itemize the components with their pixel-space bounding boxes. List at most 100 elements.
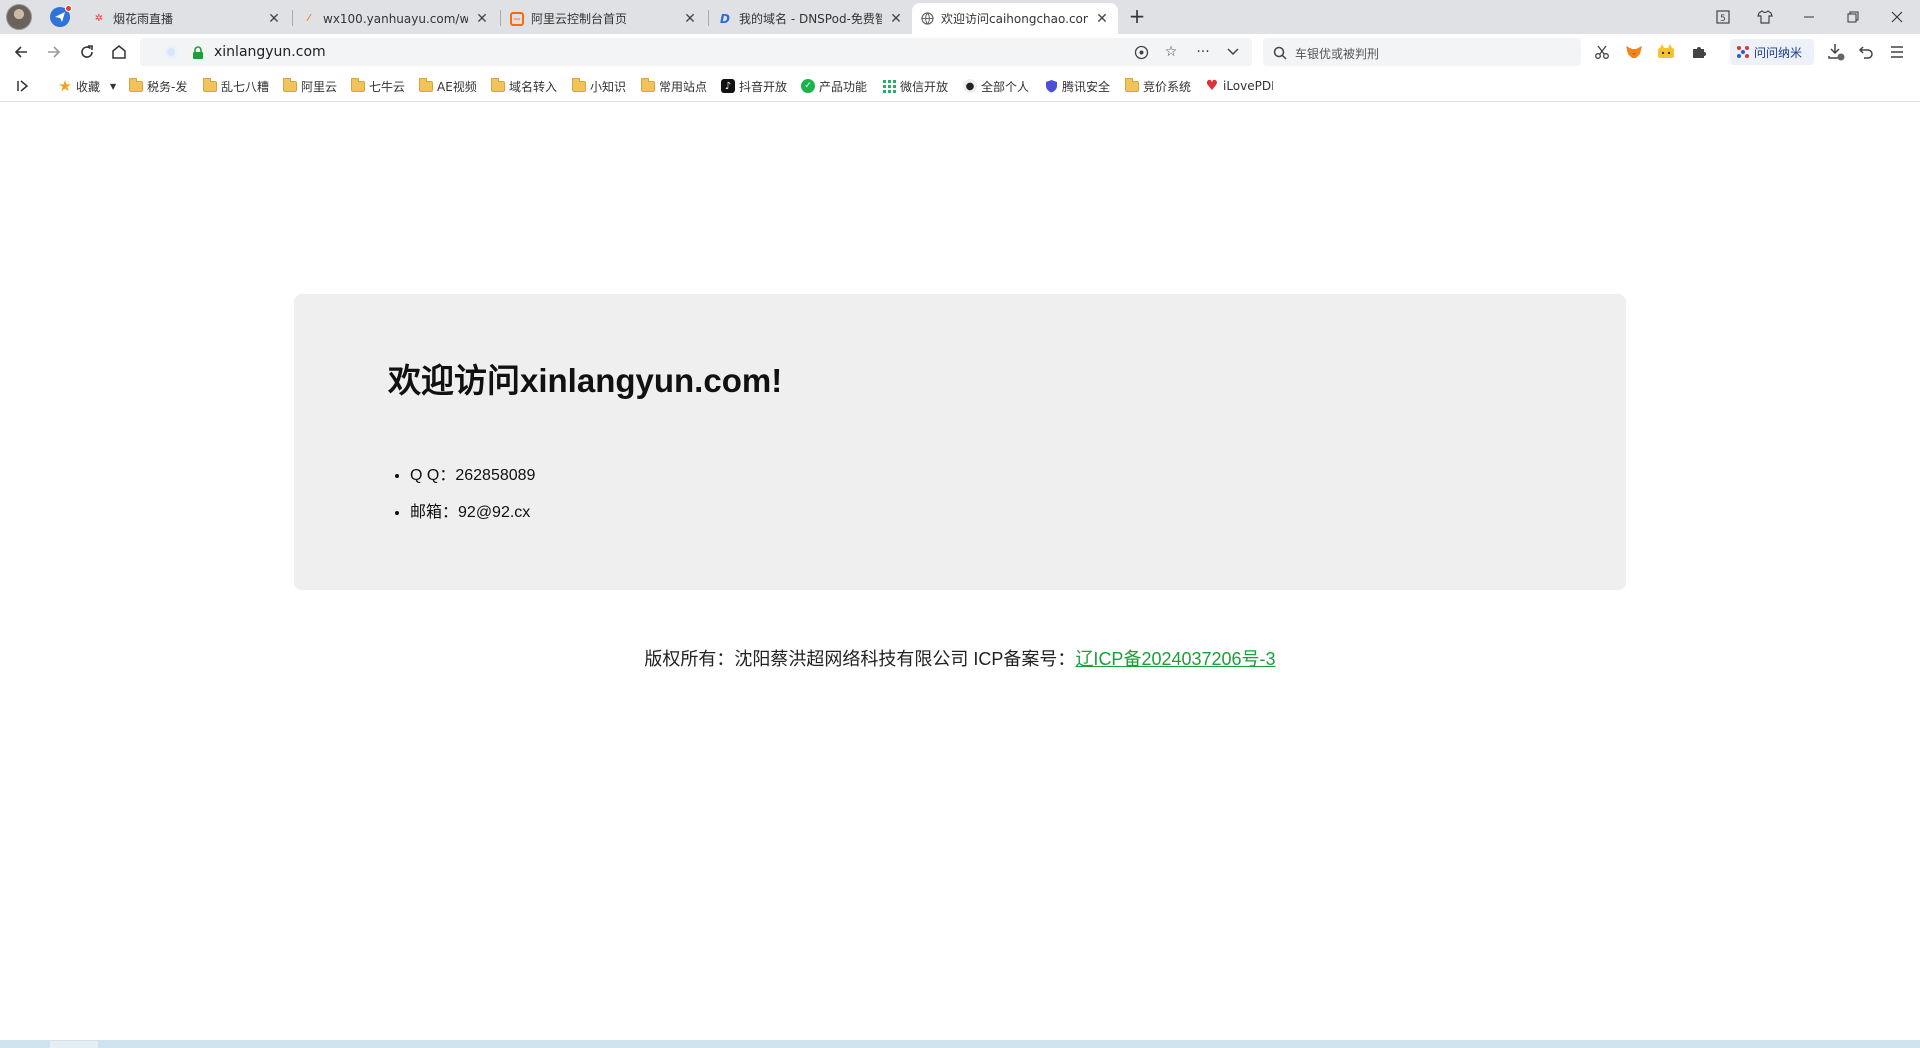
bookmark-folder[interactable]: 七牛云: [351, 77, 405, 95]
bookmark-folder[interactable]: 常用站点: [641, 77, 707, 95]
scrollbar-thumb[interactable]: [50, 1041, 98, 1048]
location-pin-icon[interactable]: [1132, 43, 1150, 61]
tab-title: 烟花雨直播: [113, 12, 174, 26]
profile-avatar[interactable]: [6, 4, 32, 30]
bookmark-folder[interactable]: 阿里云: [283, 77, 337, 95]
contact-label: 邮箱：: [410, 504, 459, 521]
tab-1[interactable]: ✲ 烟花雨直播 ✕: [84, 3, 290, 34]
ai-nano-icon: [1737, 46, 1749, 58]
bookmark-folder[interactable]: 乱七八糟: [203, 77, 269, 95]
folder-icon: [419, 77, 433, 93]
bookmark-label: 微信开放: [900, 79, 949, 94]
bookmark-folder[interactable]: 竞价系统: [1125, 77, 1191, 95]
puzzle-extensions-icon[interactable]: [1688, 41, 1710, 63]
tiktok-icon: ♪: [721, 79, 735, 93]
footer: 版权所有：沈阳蔡洪超网络科技有限公司 ICP备案号：辽ICP备202403720…: [0, 645, 1920, 671]
bookmark-folder[interactable]: 小知识: [572, 77, 626, 95]
tab-4[interactable]: D 我的域名 - DNSPod-免费智 ✕: [710, 3, 912, 34]
restore-icon[interactable]: [1842, 6, 1864, 28]
close-icon[interactable]: ✕: [1094, 11, 1110, 27]
browser-toolbar: xinlangyun.com ☆ ··· 车银优或被判刑 问问纳米: [0, 34, 1920, 70]
bookmark-label: 乱七八糟: [221, 79, 270, 94]
search-box[interactable]: 车银优或被判刑: [1263, 38, 1581, 66]
page-heading: 欢迎访问xinlangyun.com!: [388, 362, 783, 399]
dnspod-icon: D: [720, 11, 730, 26]
url-text[interactable]: xinlangyun.com: [214, 44, 326, 60]
pinned-tab-send-icon[interactable]: [50, 5, 72, 27]
bookmark-favorites[interactable]: ★ 收藏 ▼: [58, 77, 116, 95]
undo-icon[interactable]: [1855, 41, 1877, 63]
close-icon[interactable]: ✕: [474, 11, 490, 27]
menu-hamburger-icon[interactable]: [1886, 41, 1908, 63]
tab-3[interactable]: — 阿里云控制台首页 ✕: [502, 3, 706, 34]
folder-icon: [491, 77, 505, 93]
bookmark-label: 小知识: [590, 79, 627, 94]
bookmark-link[interactable]: ♪ 抖音开放: [721, 77, 791, 95]
more-dots-icon[interactable]: ···: [1194, 43, 1212, 61]
wand-icon: ⁄: [308, 13, 310, 24]
star-bookmark-icon[interactable]: ☆: [1162, 43, 1180, 61]
metamask-fox-icon[interactable]: [1623, 41, 1645, 63]
heart-icon: ♥: [1205, 78, 1219, 94]
home-icon[interactable]: [108, 41, 130, 63]
search-icon: [1273, 45, 1287, 64]
reload-icon[interactable]: [76, 41, 98, 63]
star-icon: ★: [58, 77, 72, 95]
tab-separator: [500, 10, 501, 26]
close-icon[interactable]: ✕: [888, 11, 904, 27]
bookmark-label: 收藏: [76, 79, 101, 94]
svg-text:5: 5: [1720, 14, 1726, 24]
address-bar[interactable]: xinlangyun.com ☆ ···: [140, 38, 1252, 66]
new-tab-plus-icon[interactable]: +: [1126, 6, 1148, 28]
tab-separator: [292, 10, 293, 26]
tab-title: 欢迎访问caihongchao.com: [941, 12, 1088, 26]
ai-assistant-button[interactable]: 问问纳米: [1730, 39, 1814, 65]
bookmark-link[interactable]: 腾讯安全: [1044, 77, 1114, 95]
bookmark-folder[interactable]: 税务-发: [129, 77, 191, 95]
lock-icon[interactable]: [192, 45, 204, 64]
close-icon[interactable]: ✕: [266, 11, 282, 27]
contact-item-qq: Q Q：262858089: [410, 466, 535, 503]
bookmark-label: 阿里云: [301, 79, 338, 94]
shield-icon: [1044, 79, 1058, 93]
bookmark-link[interactable]: ✓ 产品功能: [801, 77, 871, 95]
minimize-icon[interactable]: [1798, 6, 1820, 28]
icp-link[interactable]: 辽ICP备2024037206号-3: [1075, 649, 1275, 669]
site-info-icon[interactable]: [164, 45, 178, 59]
chevron-down-icon[interactable]: [1224, 43, 1242, 61]
ai-button-label: 问问纳米: [1754, 45, 1803, 60]
shirt-skin-icon[interactable]: [1754, 6, 1776, 28]
caret-down-icon: ▼: [110, 81, 117, 91]
forward-arrow-icon[interactable]: [43, 41, 65, 63]
bookmark-label: 常用站点: [659, 79, 708, 94]
tab-2[interactable]: ⁄ wx100.yanhuayu.com/web ✕: [294, 3, 498, 34]
bookmark-folder[interactable]: 域名转入: [491, 77, 559, 95]
bookmark-label: 腾讯安全: [1062, 79, 1111, 94]
aliyun-icon: —: [510, 11, 524, 26]
folder-icon: [129, 77, 143, 93]
bookmark-link[interactable]: 微信开放: [882, 77, 950, 95]
contact-label: Q Q：: [410, 467, 456, 484]
tab-list-icon[interactable]: 5: [1712, 6, 1734, 28]
bookmark-link[interactable]: ♥ iLovePDF: [1205, 77, 1273, 95]
back-arrow-icon[interactable]: [10, 41, 32, 63]
contact-value: 92@92.cx: [458, 504, 531, 521]
tab-5-active[interactable]: 欢迎访问caihongchao.com ✕: [912, 3, 1118, 34]
sidebar-toggle-icon[interactable]: [16, 77, 30, 95]
extension-cat-icon[interactable]: [1655, 41, 1677, 63]
copyright-text: 版权所有：沈阳蔡洪超网络科技有限公司 ICP备案号：: [644, 649, 1076, 669]
search-placeholder: 车银优或被判刑: [1295, 47, 1380, 61]
bookmark-folder[interactable]: AE视频: [419, 77, 479, 95]
bookmark-label: 税务-发: [147, 79, 188, 94]
folder-icon: [283, 77, 297, 93]
bookmark-link[interactable]: ● 全部个人: [963, 77, 1033, 95]
close-icon[interactable]: ✕: [682, 11, 698, 27]
folder-icon: [351, 77, 365, 93]
bookmark-label: 竞价系统: [1143, 79, 1192, 94]
tab-strip: ✲ 烟花雨直播 ✕ ⁄ wx100.yanhuayu.com/web ✕ — 阿…: [0, 0, 1920, 34]
close-window-icon[interactable]: [1886, 6, 1908, 28]
horizontal-scrollbar[interactable]: [0, 1040, 1920, 1048]
bookmark-label: 全部个人: [981, 79, 1030, 94]
scissors-icon[interactable]: [1591, 41, 1613, 63]
download-icon[interactable]: [1825, 41, 1847, 63]
